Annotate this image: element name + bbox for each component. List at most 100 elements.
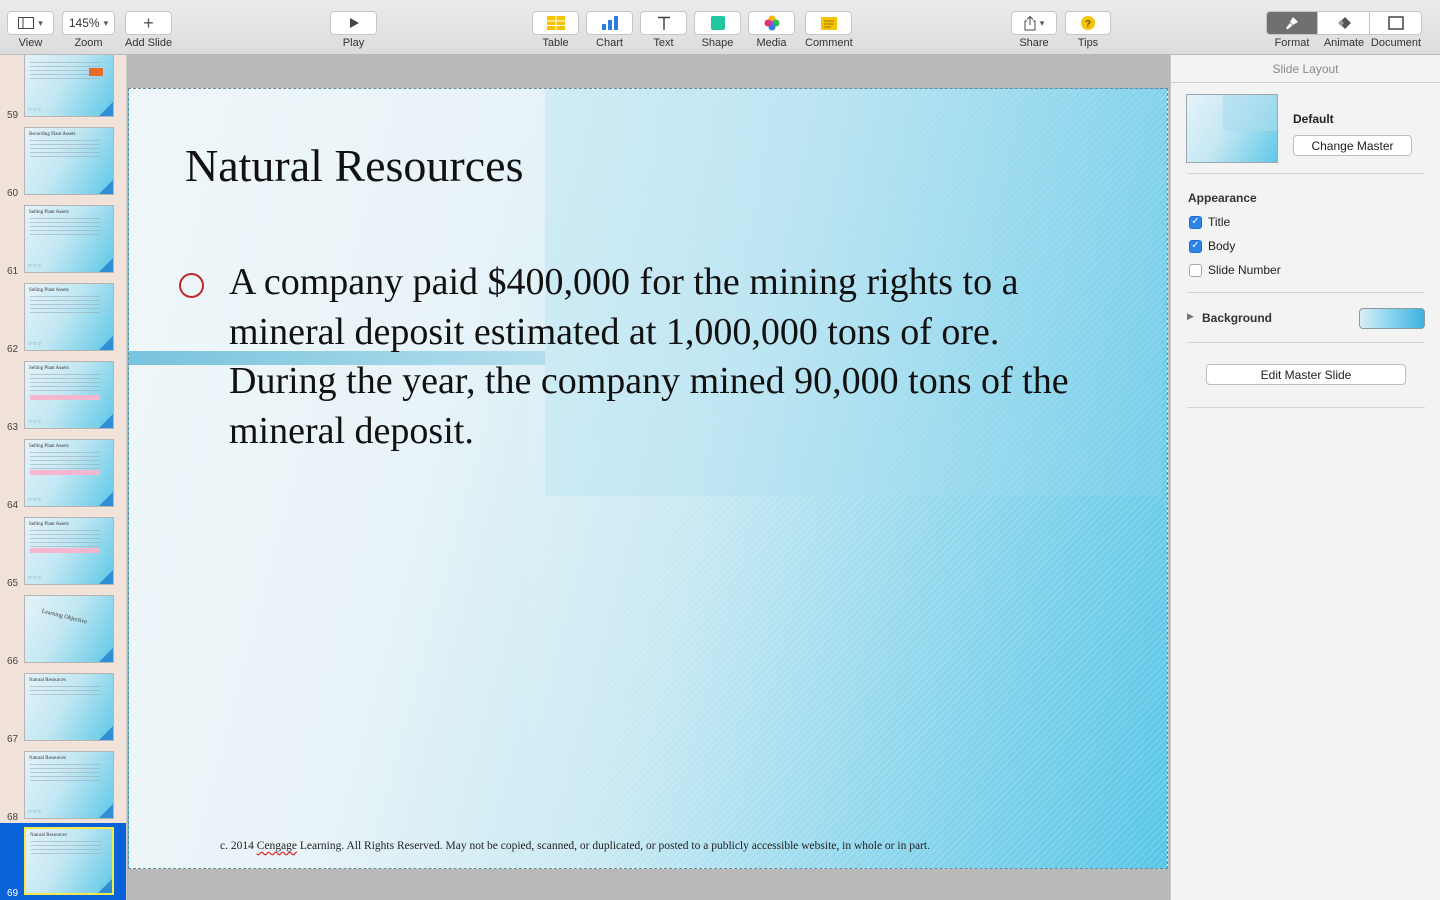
slide-preview: Selling Plant Assets ○○○ — [24, 439, 114, 507]
share-control[interactable]: ▾ Share — [1011, 11, 1057, 49]
plus-icon: + — [143, 12, 154, 33]
slide-thumbnail[interactable]: Selling Plant Assets ○○○ 63 — [0, 357, 126, 435]
media-button[interactable] — [748, 11, 795, 35]
appearance-title: Appearance — [1188, 191, 1257, 205]
tips-control[interactable]: ? Tips — [1065, 11, 1111, 49]
master-thumbnail[interactable] — [1186, 94, 1278, 163]
add-slide-control[interactable]: + Add Slide — [125, 11, 172, 49]
slide-number: 61 — [7, 266, 19, 277]
slide-canvas[interactable]: Natural Resources A company paid $400,00… — [127, 55, 1170, 900]
share-button[interactable]: ▾ — [1011, 11, 1057, 35]
slide[interactable]: Natural Resources A company paid $400,00… — [128, 88, 1168, 869]
inspector-header: Slide Layout — [1171, 55, 1440, 83]
slide-thumbnail[interactable]: Natural Resources 67 — [0, 669, 126, 747]
slide-number: 66 — [7, 656, 19, 667]
shape-label: Shape — [701, 37, 734, 49]
view-button[interactable]: ▾ — [7, 11, 54, 35]
document-button[interactable] — [1370, 11, 1422, 35]
change-master-button[interactable]: Change Master — [1293, 135, 1412, 156]
document-icon — [1387, 16, 1404, 30]
table-button[interactable] — [532, 11, 579, 35]
slide-preview: Learning Objective — [24, 595, 114, 663]
divider — [1187, 407, 1425, 408]
inspector-switcher — [1266, 11, 1422, 35]
slide-thumbnail[interactable]: Selling Plant Assets ○○○ 65 — [0, 513, 126, 591]
slide-thumbnail[interactable]: ○○○ 59 — [0, 55, 126, 123]
svg-text:?: ? — [1085, 19, 1091, 30]
edit-master-slide-button[interactable]: Edit Master Slide — [1206, 364, 1406, 385]
shape-icon — [710, 16, 725, 30]
zoom-value: 145% — [68, 16, 100, 30]
footer-brand: Cengage — [256, 840, 297, 852]
photos-icon — [764, 15, 779, 31]
slide-preview: ○○○ — [24, 55, 114, 117]
slide-thumbnail[interactable]: Natural Resources ○○○ 68 — [0, 747, 126, 825]
media-label: Media — [756, 37, 787, 49]
play-button[interactable] — [330, 11, 377, 35]
chevron-down-icon: ▾ — [38, 17, 43, 28]
footer-text: Learning. All Rights Reserved. May not b… — [296, 840, 930, 852]
slide-number: 67 — [7, 734, 19, 745]
view-control[interactable]: ▾ View — [7, 11, 54, 49]
tips-button[interactable]: ? — [1065, 11, 1111, 35]
slide-navigator[interactable]: ○○○ 59 Recording Plant Assets 60 Selling… — [0, 55, 127, 900]
shape-button[interactable] — [694, 11, 741, 35]
slide-number: 68 — [7, 812, 19, 823]
slide-thumbnail-selected[interactable]: Natural Resources 69 — [0, 823, 126, 900]
slide-preview: Natural Resources — [24, 827, 114, 895]
comment-button[interactable] — [805, 11, 853, 35]
divider — [1187, 342, 1425, 343]
title-option[interactable]: ✓ Title — [1189, 215, 1230, 229]
animate-label: Animate — [1323, 37, 1365, 49]
slide-number-checkbox[interactable] — [1189, 263, 1202, 277]
background-fill-swatch[interactable] — [1359, 308, 1425, 329]
chevron-down-icon: ▾ — [103, 17, 109, 28]
chart-button[interactable] — [586, 11, 633, 35]
text-control[interactable]: Text — [640, 11, 687, 49]
zoom-popup[interactable]: 145% ▾ — [62, 11, 115, 35]
chart-control[interactable]: Chart — [586, 11, 633, 49]
title-checkbox[interactable]: ✓ — [1189, 215, 1202, 229]
title-option-label: Title — [1208, 215, 1231, 229]
slide-thumbnail[interactable]: Selling Plant Assets ○○○ 64 — [0, 435, 126, 513]
table-control[interactable]: Table — [532, 11, 579, 49]
body-checkbox[interactable]: ✓ — [1189, 239, 1202, 253]
slide-thumbnail[interactable]: Recording Plant Assets 60 — [0, 123, 126, 201]
text-button[interactable] — [640, 11, 687, 35]
slide-number: 69 — [7, 888, 19, 899]
comment-label: Comment — [805, 37, 853, 49]
table-label: Table — [542, 37, 569, 49]
format-inspector: Slide Layout Default Change Master Appea… — [1170, 55, 1440, 900]
tips-label: Tips — [1077, 37, 1099, 49]
text-icon — [657, 16, 670, 30]
slide-preview: Natural Resources ○○○ — [24, 751, 114, 819]
text-label: Text — [653, 37, 674, 49]
slide-number-option[interactable]: Slide Number — [1189, 263, 1281, 277]
animate-button[interactable] — [1318, 11, 1370, 35]
chart-icon — [601, 16, 618, 30]
slide-footer[interactable]: c. 2014 Cengage Learning. All Rights Res… — [220, 840, 930, 852]
body-option[interactable]: ✓ Body — [1189, 239, 1235, 253]
media-control[interactable]: Media — [748, 11, 795, 49]
background-title[interactable]: Background — [1202, 311, 1272, 325]
master-name: Default — [1293, 112, 1334, 126]
slide-number: 65 — [7, 578, 19, 589]
slide-body-text[interactable]: A company paid $400,000 for the mining r… — [229, 258, 1109, 456]
shape-control[interactable]: Shape — [694, 11, 741, 49]
format-button[interactable] — [1266, 11, 1318, 35]
animate-icon — [1337, 17, 1351, 29]
slide-title[interactable]: Natural Resources — [185, 139, 524, 192]
play-control[interactable]: Play — [330, 11, 377, 49]
slide-thumbnail[interactable]: Learning Objective 66 — [0, 591, 126, 669]
disclosure-triangle-icon[interactable]: ▶ — [1187, 311, 1194, 322]
hand-pointer-icon — [89, 68, 103, 76]
slide-thumbnail[interactable]: Selling Plant Assets ○○○ 61 — [0, 201, 126, 279]
slide-number: 60 — [7, 188, 19, 199]
slide-thumbnail[interactable]: Selling Plant Assets ○○○ 62 — [0, 279, 126, 357]
zoom-control[interactable]: 145% ▾ Zoom — [62, 11, 115, 49]
play-label: Play — [342, 37, 365, 49]
divider — [1187, 173, 1425, 174]
comment-control[interactable]: Comment — [805, 11, 853, 49]
table-icon — [546, 16, 565, 30]
add-slide-button[interactable]: + — [125, 11, 173, 35]
